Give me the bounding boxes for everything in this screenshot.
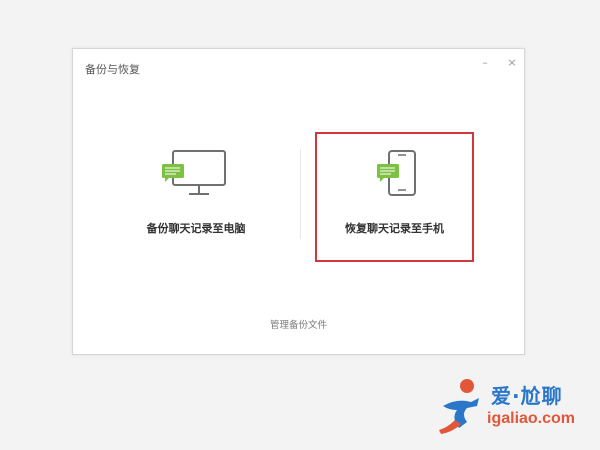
- watermark-url-text: igaliao.com: [487, 410, 576, 427]
- phone-chat-icon: [377, 150, 416, 196]
- runner-logo-icon: [439, 379, 479, 434]
- options-divider: [300, 149, 301, 239]
- close-button[interactable]: ×: [505, 56, 519, 70]
- site-watermark: 爱·尬聊 igaliao.com: [437, 376, 597, 438]
- backup-to-pc-label: 备份聊天记录至电脑: [146, 222, 246, 235]
- dialog-title: 备份与恢复: [85, 63, 140, 76]
- minimize-button[interactable]: –: [478, 56, 492, 70]
- restore-to-phone-option[interactable]: 恢复聊天记录至手机: [315, 132, 474, 262]
- backup-to-pc-option[interactable]: 备份聊天记录至电脑: [101, 134, 291, 259]
- backup-restore-dialog: 备份与恢复 – × 备份聊天记录至电脑 恢复聊天记录至手机 管理备份文件: [72, 48, 525, 355]
- watermark-cn-text: 爱·尬聊: [491, 384, 563, 408]
- computer-chat-icon: [162, 150, 226, 195]
- restore-to-phone-label: 恢复聊天记录至手机: [345, 222, 444, 235]
- manage-backups-link[interactable]: 管理备份文件: [73, 317, 524, 331]
